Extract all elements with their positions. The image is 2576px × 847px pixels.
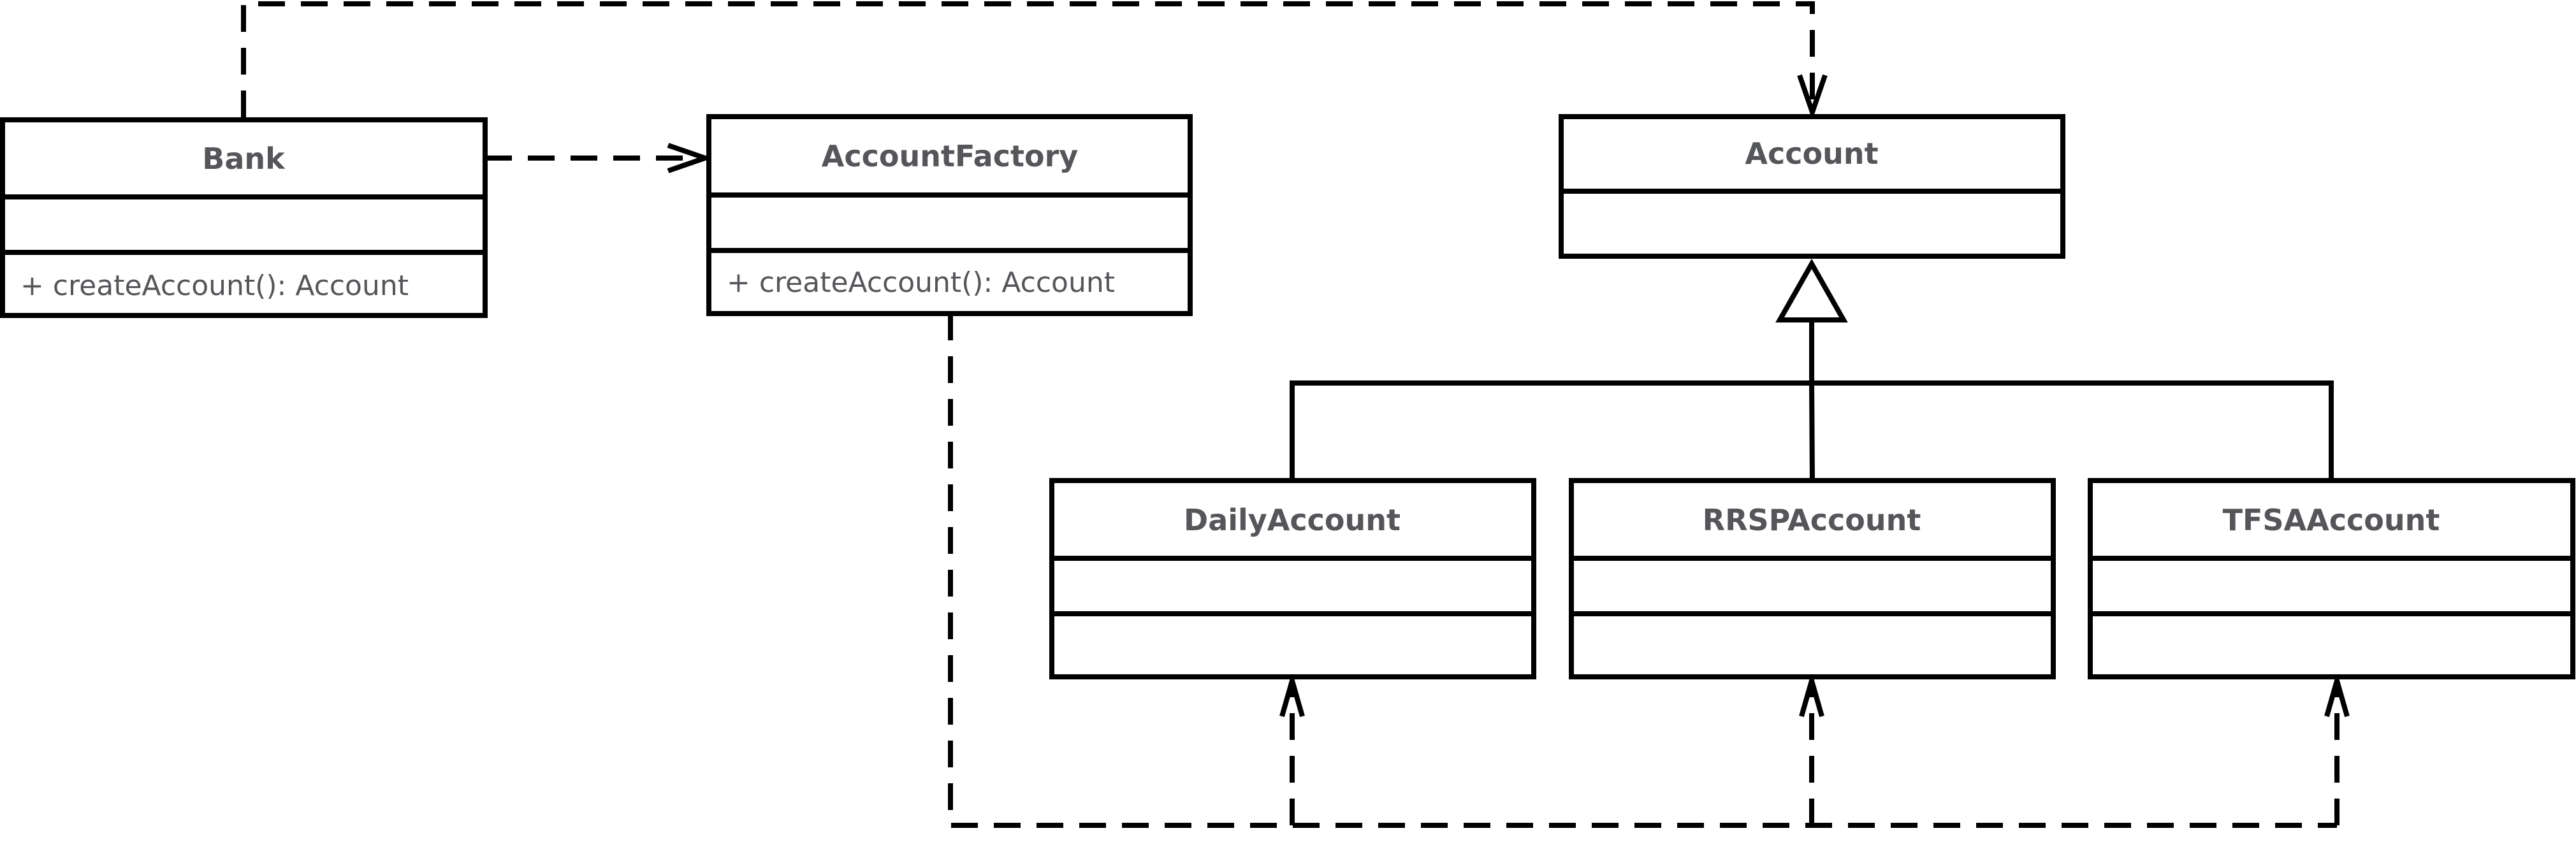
dependency-bank-to-factory: [485, 143, 713, 173]
class-name: AccountFactory: [822, 139, 1079, 173]
class-bank[interactable]: Bank + createAccount(): Account: [0, 117, 488, 318]
uml-class-diagram: Bank + createAccount(): Account AccountF…: [0, 1, 2575, 828]
operation: + createAccount(): Account: [20, 270, 409, 302]
class-name: TFSAAccount: [2223, 503, 2440, 537]
operation: + createAccount(): Account: [727, 266, 1115, 299]
dependency-bank-to-account: [241, 1, 1828, 120]
class-tfsa-account[interactable]: TFSAAccount: [2088, 478, 2575, 679]
dependency-line: [241, 1, 1815, 117]
class-daily-account[interactable]: DailyAccount: [1049, 478, 1536, 679]
class-account-factory[interactable]: AccountFactory + createAccount(): Accoun…: [706, 114, 1193, 316]
open-arrowhead-icon: [1799, 671, 1824, 718]
class-account[interactable]: Account: [1559, 114, 2065, 259]
generalization-to-account: [1290, 258, 2334, 484]
class-name: DailyAccount: [1184, 503, 1401, 537]
hollow-triangle-arrowhead-icon: [1775, 258, 1848, 322]
class-name: Bank: [202, 141, 286, 176]
open-arrowhead-icon: [1279, 671, 1305, 718]
class-name: RRSPAccount: [1703, 503, 1921, 537]
class-name: Account: [1745, 136, 1878, 171]
open-arrowhead-icon: [2324, 671, 2350, 718]
class-rrsp-account[interactable]: RRSPAccount: [1569, 478, 2056, 679]
